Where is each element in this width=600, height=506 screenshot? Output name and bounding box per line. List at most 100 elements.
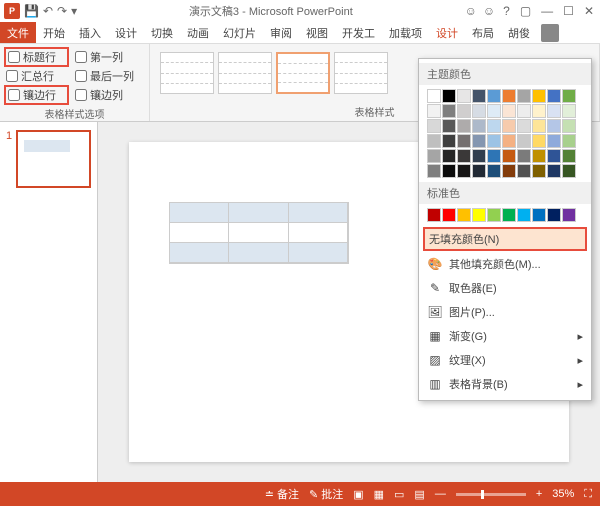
color-swatch[interactable]: [457, 164, 471, 178]
color-swatch[interactable]: [532, 89, 546, 103]
color-swatch[interactable]: [547, 149, 561, 163]
undo-icon[interactable]: ↶: [43, 4, 53, 18]
chk-banded-row[interactable]: 镶边行: [4, 85, 69, 105]
color-swatch[interactable]: [517, 149, 531, 163]
tab-addins[interactable]: 加载项: [382, 22, 429, 43]
dd-more-colors[interactable]: 🎨其他填充颜色(M)...: [419, 252, 591, 276]
color-swatch[interactable]: [442, 119, 456, 133]
view-slideshow-icon[interactable]: ▤: [414, 488, 424, 501]
color-swatch[interactable]: [547, 89, 561, 103]
color-swatch[interactable]: [427, 119, 441, 133]
color-swatch[interactable]: [532, 149, 546, 163]
style-preview-1[interactable]: [160, 52, 214, 94]
dd-texture[interactable]: ▨纹理(X)▸: [419, 348, 591, 372]
tab-insert[interactable]: 插入: [72, 22, 108, 43]
fit-window-icon[interactable]: ⛶: [584, 488, 592, 501]
color-swatch[interactable]: [562, 164, 576, 178]
color-swatch[interactable]: [532, 164, 546, 178]
style-preview-3[interactable]: [276, 52, 330, 94]
zoom-level[interactable]: 35%: [552, 488, 574, 500]
color-swatch[interactable]: [502, 134, 516, 148]
color-swatch[interactable]: [442, 164, 456, 178]
color-swatch[interactable]: [427, 89, 441, 103]
chk-header-row[interactable]: 标题行: [4, 47, 69, 67]
color-swatch[interactable]: [457, 104, 471, 118]
color-swatch[interactable]: [442, 208, 456, 222]
color-swatch[interactable]: [457, 134, 471, 148]
color-swatch[interactable]: [502, 149, 516, 163]
color-swatch[interactable]: [517, 134, 531, 148]
user-avatar-icon[interactable]: [541, 24, 559, 42]
tab-developer[interactable]: 开发工: [335, 22, 382, 43]
dd-table-bg[interactable]: ▥表格背景(B)▸: [419, 372, 591, 396]
color-swatch[interactable]: [502, 89, 516, 103]
minimize-icon[interactable]: —: [539, 4, 555, 18]
dd-gradient[interactable]: ▦渐变(G)▸: [419, 324, 591, 348]
tab-transitions[interactable]: 切换: [144, 22, 180, 43]
color-swatch[interactable]: [487, 104, 501, 118]
color-swatch[interactable]: [472, 164, 486, 178]
tab-home[interactable]: 开始: [36, 22, 72, 43]
color-swatch[interactable]: [487, 134, 501, 148]
color-swatch[interactable]: [547, 119, 561, 133]
color-swatch[interactable]: [562, 149, 576, 163]
redo-icon[interactable]: ↷: [57, 4, 67, 18]
zoom-in-icon[interactable]: +: [536, 488, 542, 500]
zoom-out-icon[interactable]: —: [435, 488, 446, 500]
color-swatch[interactable]: [547, 104, 561, 118]
color-swatch[interactable]: [517, 119, 531, 133]
color-swatch[interactable]: [547, 134, 561, 148]
slide-table[interactable]: [169, 202, 349, 264]
color-swatch[interactable]: [532, 119, 546, 133]
color-swatch[interactable]: [502, 208, 516, 222]
color-swatch[interactable]: [457, 208, 471, 222]
style-preview-2[interactable]: [218, 52, 272, 94]
color-swatch[interactable]: [487, 119, 501, 133]
sb-notes[interactable]: ≐ 备注: [265, 486, 299, 502]
color-swatch[interactable]: [517, 208, 531, 222]
color-swatch[interactable]: [562, 89, 576, 103]
color-swatch[interactable]: [427, 208, 441, 222]
tab-animations[interactable]: 动画: [180, 22, 216, 43]
tab-table-layout[interactable]: 布局: [465, 22, 501, 43]
color-swatch[interactable]: [472, 134, 486, 148]
chk-first-col[interactable]: 第一列: [75, 48, 143, 66]
color-swatch[interactable]: [427, 149, 441, 163]
color-swatch[interactable]: [532, 134, 546, 148]
color-swatch[interactable]: [487, 208, 501, 222]
color-swatch[interactable]: [502, 164, 516, 178]
color-swatch[interactable]: [502, 119, 516, 133]
tab-design[interactable]: 设计: [108, 22, 144, 43]
dd-eyedropper[interactable]: ✎取色器(E): [419, 276, 591, 300]
close-icon[interactable]: ✕: [582, 4, 596, 18]
thumbnail-1[interactable]: 1: [6, 130, 91, 188]
color-swatch[interactable]: [562, 134, 576, 148]
color-swatch[interactable]: [547, 208, 561, 222]
color-swatch[interactable]: [517, 89, 531, 103]
user-name[interactable]: 胡俊: [501, 22, 537, 43]
color-swatch[interactable]: [442, 149, 456, 163]
view-normal-icon[interactable]: ▣: [353, 488, 363, 501]
save-icon[interactable]: 💾: [24, 4, 39, 18]
color-swatch[interactable]: [472, 208, 486, 222]
color-swatch[interactable]: [472, 89, 486, 103]
color-swatch[interactable]: [457, 149, 471, 163]
tab-view[interactable]: 视图: [299, 22, 335, 43]
color-swatch[interactable]: [442, 89, 456, 103]
color-swatch[interactable]: [532, 104, 546, 118]
style-preview-4[interactable]: [334, 52, 388, 94]
color-swatch[interactable]: [562, 104, 576, 118]
color-swatch[interactable]: [472, 119, 486, 133]
color-swatch[interactable]: [502, 104, 516, 118]
tab-file[interactable]: 文件: [0, 22, 36, 43]
color-swatch[interactable]: [457, 89, 471, 103]
chk-last-col[interactable]: 最后一列: [75, 68, 143, 84]
color-swatch[interactable]: [427, 104, 441, 118]
color-swatch[interactable]: [427, 164, 441, 178]
color-swatch[interactable]: [532, 208, 546, 222]
color-swatch[interactable]: [517, 164, 531, 178]
color-swatch[interactable]: [487, 89, 501, 103]
sb-comments[interactable]: ✎ 批注: [309, 486, 343, 502]
dd-picture[interactable]: 🖼图片(P)...: [419, 300, 591, 324]
view-reading-icon[interactable]: ▭: [394, 488, 404, 501]
